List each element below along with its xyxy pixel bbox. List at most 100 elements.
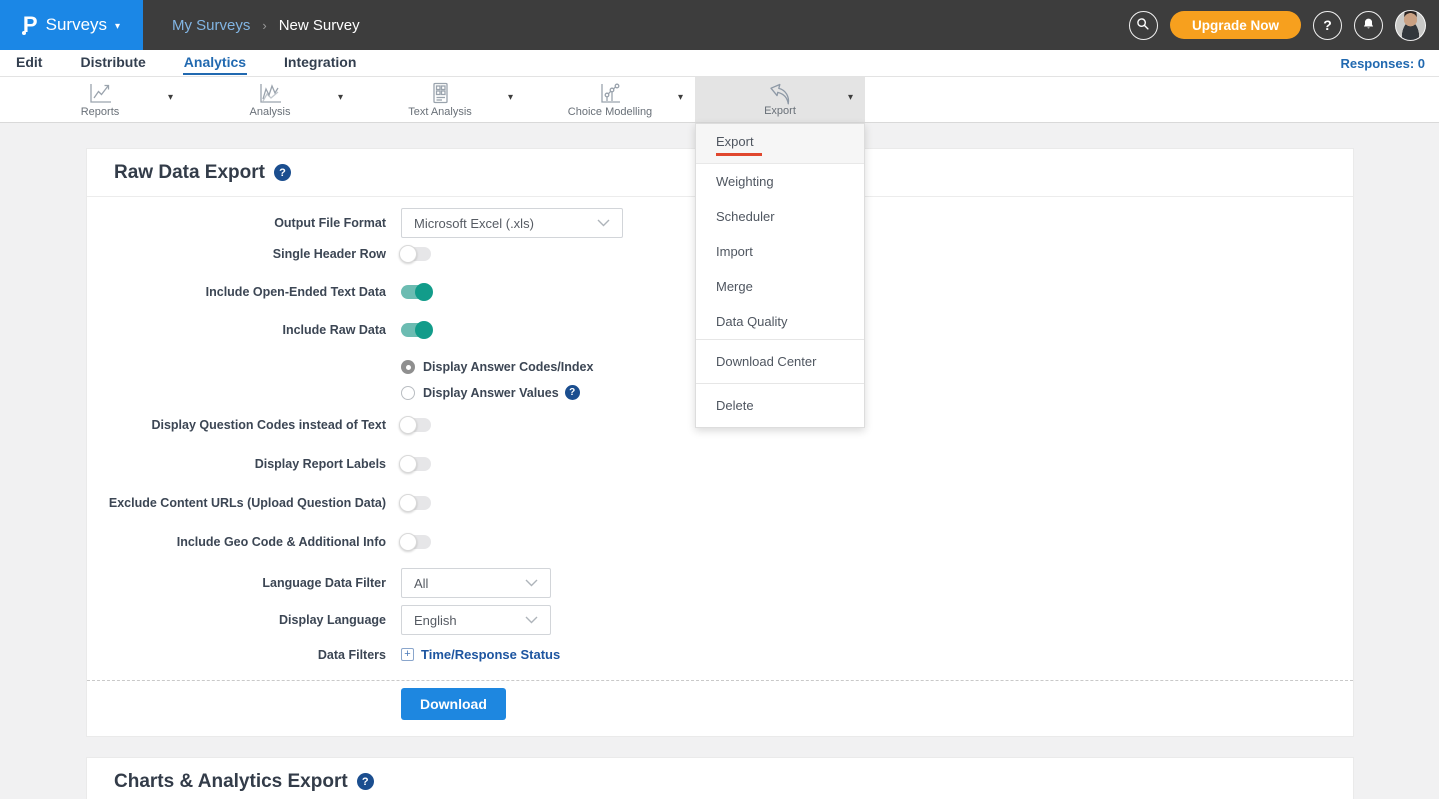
- breadcrumb-current-survey: New Survey: [279, 17, 360, 34]
- charts-export-help-icon[interactable]: ?: [357, 773, 374, 790]
- answer-values-option: Display Answer Values ?: [401, 385, 1353, 400]
- raw-data-export-help-icon[interactable]: ?: [274, 164, 291, 181]
- chevron-down-icon: ▾: [115, 21, 120, 32]
- field-label: Output File Format: [87, 216, 386, 230]
- question-codes-toggle[interactable]: [401, 418, 431, 432]
- upgrade-now-button[interactable]: Upgrade Now: [1170, 11, 1301, 39]
- selected-value: All: [414, 576, 428, 591]
- radio-label: Display Answer Codes/Index: [423, 360, 593, 374]
- menu-item-download-center[interactable]: Download Center: [696, 339, 864, 383]
- field-label: Language Data Filter: [87, 576, 386, 590]
- breadcrumb-separator-icon: ›: [262, 18, 266, 33]
- notifications-button[interactable]: [1354, 11, 1383, 40]
- user-avatar[interactable]: [1395, 10, 1426, 41]
- chevron-down-icon: [525, 579, 538, 587]
- tab-integration[interactable]: Integration: [283, 51, 357, 75]
- charts-export-title: Charts & Analytics Export: [114, 771, 348, 793]
- toolbar-analysis[interactable]: Analysis ▾: [185, 77, 355, 122]
- toolbar-text-analysis[interactable]: Text Analysis ▾: [355, 77, 525, 122]
- answer-codes-option: Display Answer Codes/Index: [401, 360, 1353, 374]
- analytics-toolbar: Reports ▾ Analysis ▾ Text Analysis ▾ Cho…: [0, 77, 1439, 123]
- display-language-row: Display Language English: [87, 605, 1353, 635]
- breadcrumb-my-surveys[interactable]: My Surveys: [172, 17, 250, 34]
- survey-section-tabs: Edit Distribute Analytics Integration Re…: [0, 50, 1439, 77]
- section-divider: [87, 680, 1353, 681]
- toolbar-item-label: Choice Modelling: [568, 106, 652, 118]
- tab-edit[interactable]: Edit: [15, 51, 43, 75]
- radio-label: Display Answer Values: [423, 386, 559, 400]
- field-label: Data Filters: [87, 648, 386, 662]
- active-item-underline: [716, 153, 762, 156]
- toolbar-item-label: Text Analysis: [408, 106, 472, 118]
- toolbar-reports[interactable]: Reports ▾: [15, 77, 185, 122]
- toolbar-item-label: Analysis: [250, 106, 291, 118]
- line-chart-icon: [87, 82, 113, 105]
- chevron-down-icon: [525, 616, 538, 624]
- chevron-down-icon: [597, 219, 610, 227]
- report-labels-toggle[interactable]: [401, 457, 431, 471]
- report-labels-row: Display Report Labels: [87, 457, 1353, 471]
- bell-icon: [1362, 17, 1375, 34]
- menu-item-scheduler[interactable]: Scheduler: [696, 199, 864, 234]
- menu-item-import[interactable]: Import: [696, 234, 864, 269]
- include-raw-data-toggle[interactable]: [401, 323, 431, 337]
- breadcrumb: My Surveys › New Survey: [172, 17, 360, 34]
- field-label: Include Open-Ended Text Data: [87, 285, 386, 299]
- text-analysis-dropdown-caret-icon[interactable]: ▾: [508, 92, 513, 103]
- document-grid-icon: [429, 82, 451, 105]
- geo-code-toggle[interactable]: [401, 535, 431, 549]
- exclude-content-urls-toggle[interactable]: [401, 496, 431, 510]
- tab-analytics[interactable]: Analytics: [183, 51, 247, 75]
- exclude-content-urls-row: Exclude Content URLs (Upload Question Da…: [87, 496, 1353, 510]
- product-name: Surveys: [46, 15, 107, 35]
- download-button[interactable]: Download: [401, 688, 506, 720]
- tab-distribute[interactable]: Distribute: [79, 51, 146, 75]
- display-language-select[interactable]: English: [401, 605, 551, 635]
- field-label: Exclude Content URLs (Upload Question Da…: [87, 496, 386, 510]
- toolbar-export[interactable]: Export ▾: [695, 77, 865, 122]
- toolbar-item-label: Reports: [81, 106, 120, 118]
- question-mark-icon: ?: [1323, 17, 1332, 33]
- app-switcher[interactable]: P Surveys ▾: [0, 0, 143, 50]
- scatter-chart-icon: [597, 82, 623, 105]
- menu-item-data-quality[interactable]: Data Quality: [696, 304, 864, 339]
- responses-count: Responses: 0: [1340, 56, 1439, 71]
- toolbar-choice-modelling[interactable]: Choice Modelling ▾: [525, 77, 695, 122]
- field-label: Display Language: [87, 613, 386, 627]
- single-header-row-toggle[interactable]: [401, 247, 431, 261]
- charts-analytics-export-card: Charts & Analytics Export ?: [86, 757, 1354, 799]
- answer-values-help-icon[interactable]: ?: [565, 385, 580, 400]
- menu-item-weighting[interactable]: Weighting: [696, 164, 864, 199]
- choice-modelling-dropdown-caret-icon[interactable]: ▾: [678, 92, 683, 103]
- menu-item-delete[interactable]: Delete: [696, 383, 864, 427]
- language-data-filter-row: Language Data Filter All: [87, 568, 1353, 598]
- export-dropdown-caret-icon[interactable]: ▾: [848, 92, 853, 103]
- export-arrow-icon: [764, 80, 795, 107]
- geo-code-row: Include Geo Code & Additional Info: [87, 535, 1353, 549]
- questionpro-logo-icon: P: [23, 14, 38, 36]
- selected-value: English: [414, 613, 457, 628]
- time-response-status-link[interactable]: Time/Response Status: [421, 647, 560, 662]
- field-label: Display Report Labels: [87, 457, 386, 471]
- top-header-bar: P Surveys ▾ My Surveys › New Survey Upgr…: [0, 0, 1439, 50]
- display-answer-values-radio[interactable]: [401, 386, 415, 400]
- menu-item-merge[interactable]: Merge: [696, 269, 864, 304]
- page-title: Raw Data Export: [114, 162, 265, 184]
- data-filters-row: Data Filters + Time/Response Status: [87, 647, 1353, 662]
- help-button[interactable]: ?: [1313, 11, 1342, 40]
- output-file-format-select[interactable]: Microsoft Excel (.xls): [401, 208, 623, 238]
- language-data-filter-select[interactable]: All: [401, 568, 551, 598]
- display-answer-codes-radio[interactable]: [401, 360, 415, 374]
- plus-box-icon: +: [401, 648, 414, 661]
- field-label: Display Question Codes instead of Text: [87, 418, 386, 432]
- field-label: Include Geo Code & Additional Info: [87, 535, 386, 549]
- include-open-ended-toggle[interactable]: [401, 285, 431, 299]
- search-icon: [1136, 17, 1150, 34]
- selected-value: Microsoft Excel (.xls): [414, 216, 534, 231]
- analysis-chart-icon: [257, 82, 283, 105]
- field-label: Include Raw Data: [87, 323, 386, 337]
- search-button[interactable]: [1129, 11, 1158, 40]
- menu-item-export[interactable]: Export: [696, 124, 864, 164]
- reports-dropdown-caret-icon[interactable]: ▾: [168, 92, 173, 103]
- analysis-dropdown-caret-icon[interactable]: ▾: [338, 92, 343, 103]
